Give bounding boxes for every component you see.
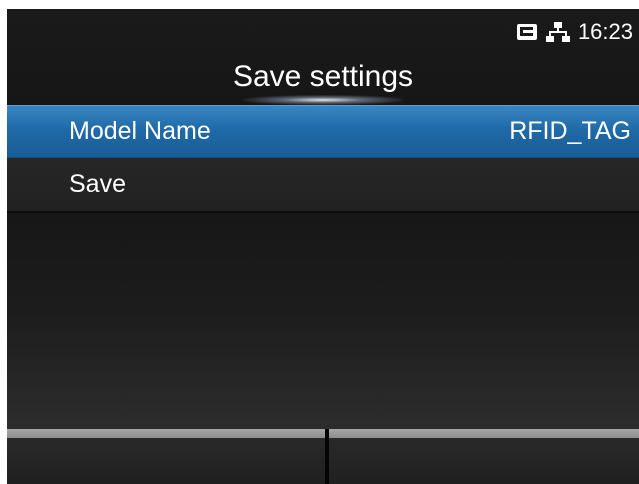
menu-item-model-name[interactable]: Model Name RFID_TAG <box>7 105 639 158</box>
status-bar: 16:23 <box>7 9 639 57</box>
softkey-right[interactable] <box>329 438 639 484</box>
menu-item-save[interactable]: Save <box>7 158 639 213</box>
network-icon <box>545 21 570 43</box>
sd-card-icon <box>516 22 538 42</box>
page-title: Save settings <box>232 60 414 93</box>
clock: 16:23 <box>577 19 633 44</box>
settings-menu: Model Name RFID_TAG Save <box>7 105 639 213</box>
menu-item-value: RFID_TAG <box>509 117 631 145</box>
softkey-left[interactable] <box>7 438 325 484</box>
menu-item-label: Model Name <box>69 117 211 145</box>
menu-item-label: Save <box>69 170 126 198</box>
printer-lcd-screen: 16:23 Save settings Model Name RFID_TAG … <box>7 9 639 484</box>
softkey-left-indicator <box>7 429 325 438</box>
softkey-divider <box>325 429 329 484</box>
softkey-right-indicator <box>329 429 639 438</box>
status-icons: 16:23 <box>516 19 633 45</box>
softkey-bar <box>7 429 639 484</box>
title-underline-glow <box>243 95 403 105</box>
